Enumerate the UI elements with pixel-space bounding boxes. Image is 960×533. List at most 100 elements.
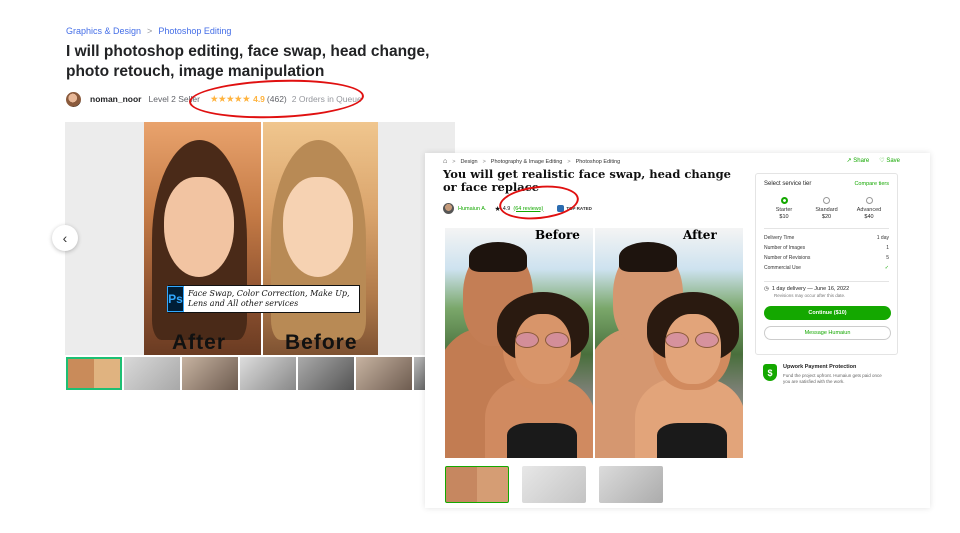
thumbnail-4[interactable] [240,357,296,390]
detail-value: 5 [886,255,889,261]
divider [764,281,889,282]
before-label: Before [535,228,580,242]
review-count-link[interactable]: (462) [267,94,287,104]
top-rated-badge-icon [557,205,565,212]
clock-icon: ◷ [764,286,769,292]
gig-gallery: After Before Ps Face Swap, Color Correct… [65,122,455,355]
breadcrumb-item[interactable]: Design [460,159,477,165]
after-photo[interactable]: After [595,228,743,458]
pricing-header: Select service tier Compare tiers [764,181,889,187]
shield-dollar-icon: $ [763,364,777,381]
lens-shape [545,332,569,348]
gallery-main-image[interactable]: After Before Ps Face Swap, Color Correct… [144,122,378,355]
tier-price: $40 [864,214,874,220]
rating-score: 4.9 [253,94,265,104]
lens-shape [695,332,719,348]
thumbnail-2[interactable] [124,357,180,390]
top-rated-label: TOP RATED [566,206,592,211]
radio-selected-icon[interactable] [780,197,788,204]
seller-level: Level 2 Seller [148,94,200,104]
gallery-prev-button[interactable]: ‹ [52,225,78,251]
delivery-date: ◷ 1 day delivery — June 16, 2022 [764,286,889,292]
hair-shape [619,242,677,272]
protection-title: Upwork Payment Protection [783,364,857,370]
tier-price: $10 [779,214,789,220]
thumbnail-5[interactable] [298,357,354,390]
breadcrumb-item[interactable]: Photoshop Editing [576,159,621,165]
seller-overview: noman_noor Level 2 Seller ★★★★★ 4.9 (462… [66,91,362,107]
gallery-thumbnails [66,357,426,390]
after-photo: After [144,122,261,355]
hair-shape [469,242,527,272]
detail-label: Number of Revisions [764,255,811,261]
review-count-link[interactable]: (64 reviews) [513,206,543,212]
tier-starter[interactable]: Starter $10 [764,197,804,220]
thumbnail-6[interactable] [356,357,412,390]
share-label: Share [853,158,870,164]
message-seller-button[interactable]: Message Humaiun [764,326,891,340]
gallery-thumbnails [445,466,663,503]
seller-avatar[interactable] [443,203,454,214]
before-photo: Before [261,122,378,355]
breadcrumb-subcategory-link[interactable]: Photoshop Editing [158,26,231,36]
seller-overview: Humaiun A. ★ 4.9 (64 reviews) TOP RATED [443,203,592,214]
tier-advanced[interactable]: Advanced $40 [849,197,889,220]
face-shape [283,177,353,277]
face-shape [515,314,571,384]
save-button[interactable]: ♡ Save [879,157,900,164]
radio-icon[interactable] [865,197,873,204]
detail-value: 1 [886,245,889,251]
chevron-right-icon: > [567,158,571,165]
detail-row: Commercial Use ✓ [764,263,889,273]
compare-tiers-link[interactable]: Compare tiers [854,181,889,187]
detail-label: Delivery Time [764,235,795,241]
seller-avatar[interactable] [66,91,81,107]
radio-icon[interactable] [823,197,830,204]
detail-label: Number of Images [764,245,806,251]
share-button[interactable]: ↗ Share [847,157,870,164]
clothing-shape [657,423,727,458]
divider [764,228,889,229]
face-shape [164,177,234,277]
thumbnail-1[interactable] [66,357,122,390]
detail-row: Delivery Time 1 day [764,233,889,243]
chevron-right-icon: > [482,158,486,165]
services-banner: Ps Face Swap, Color Correction, Make Up,… [167,285,360,313]
detail-label: Commercial Use [764,265,801,271]
breadcrumb-item[interactable]: Photography & Image Editing [491,159,563,165]
tier-name: Standard [815,207,838,213]
after-label: After [683,228,717,242]
checkmark-icon: ✓ [884,265,889,271]
lens-shape [515,332,539,348]
thumbnail-3[interactable] [599,466,663,503]
tier-standard[interactable]: Standard $20 [807,197,847,220]
delivery-text: 1 day delivery — June 16, 2022 [771,286,850,292]
before-photo[interactable]: Before [445,228,593,458]
thumbnail-1[interactable] [445,466,509,503]
person-shape [497,292,589,390]
chevron-left-icon: ‹ [62,230,68,246]
delivery-note: Revisions may occur after this date. [774,293,846,298]
seller-name-link[interactable]: Humaiun A. [458,206,486,212]
face-shape [665,314,721,384]
before-label: Before [285,331,358,354]
save-label: Save [886,158,900,164]
continue-button[interactable]: Continue ($10) [764,306,891,320]
thumbnail-2[interactable] [522,466,586,503]
gig-title: I will photoshop editing, face swap, hea… [66,43,430,80]
lens-shape [665,332,689,348]
upwork-project-page: ⌂ > Design > Photography & Image Editing… [425,153,930,508]
sunglasses-shape [665,332,719,348]
seller-name-link[interactable]: noman_noor [90,94,141,104]
breadcrumb: ⌂ > Design > Photography & Image Editing… [443,158,620,165]
detail-value: 1 day [876,235,889,241]
rating-score: 4.9 [502,205,511,212]
tier-selector: Starter $10 Standard $20 Advanced $40 [764,197,889,220]
detail-row: Number of Images 1 [764,243,889,253]
home-icon[interactable]: ⌂ [443,158,447,165]
star-rating-icons: ★★★★★ [210,93,251,105]
breadcrumb-category-link[interactable]: Graphics & Design [66,26,141,36]
thumbnail-3[interactable] [182,357,238,390]
clothing-shape [507,423,577,458]
page-actions: ↗ Share ♡ Save [847,157,900,164]
